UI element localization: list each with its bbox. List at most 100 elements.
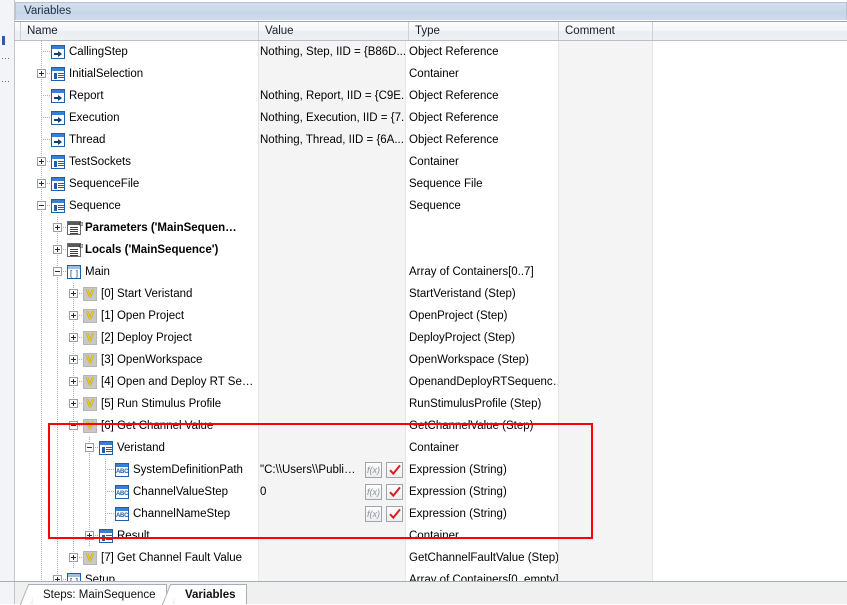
cell-name[interactable]: V [6] Get Channel Value (15, 415, 258, 437)
expand-toggle-icon[interactable] (37, 157, 46, 166)
expand-toggle-icon[interactable] (69, 289, 78, 298)
cell-type[interactable]: DeployProject (Step) (409, 327, 558, 349)
cell-name[interactable]: α Locals ('MainSequence') (15, 239, 258, 261)
cell-value[interactable] (260, 217, 405, 239)
column-header-type[interactable]: Type (409, 22, 559, 40)
cell-type[interactable]: Expression (String) (409, 481, 558, 503)
cell-value[interactable] (260, 63, 405, 85)
tab-variables[interactable]: Variables (161, 584, 247, 605)
expand-toggle-icon[interactable] (69, 311, 78, 320)
cell-name[interactable]: V [1] Open Project (15, 305, 258, 327)
expression-builder-button[interactable]: f(x) (365, 484, 382, 500)
cell-comment[interactable] (560, 129, 652, 151)
cell-type[interactable]: Expression (String) (409, 459, 558, 481)
cell-value[interactable] (260, 195, 405, 217)
table-row[interactable]: V [4] Open and Deploy RT Se… OpenandDeploy… (15, 371, 847, 393)
expand-toggle-icon[interactable] (69, 333, 78, 342)
cell-value[interactable]: Nothing, Step, IID = {B86D... (260, 41, 405, 63)
table-row[interactable]: V [1] Open Project OpenProject (Step) (15, 305, 847, 327)
cell-type[interactable] (409, 217, 558, 239)
table-row[interactable]: CallingStep Nothing, Step, IID = {B86D...… (15, 41, 847, 63)
table-row[interactable]: [] Main Array of Containers[0..7] (15, 261, 847, 283)
cell-name[interactable]: Report (15, 85, 258, 107)
cell-value[interactable]: 0 f(x) (260, 481, 405, 503)
cell-comment[interactable] (560, 547, 652, 569)
cell-comment[interactable] (560, 239, 652, 261)
table-row[interactable]: Thread Nothing, Thread, IID = {6A... Objec… (15, 129, 847, 151)
cell-value[interactable]: Nothing, Execution, IID = {7... (260, 107, 405, 129)
cell-comment[interactable] (560, 217, 652, 239)
cell-name[interactable]: V [2] Deploy Project (15, 327, 258, 349)
cell-comment[interactable] (560, 349, 652, 371)
table-row[interactable]: ABC ChannelValueStep 0 f(x) Expression (Stri… (15, 481, 847, 503)
cell-comment[interactable] (560, 85, 652, 107)
cell-comment[interactable] (560, 371, 652, 393)
cell-comment[interactable] (560, 173, 652, 195)
cell-value[interactable] (260, 151, 405, 173)
expand-toggle-icon[interactable] (69, 553, 78, 562)
cell-name[interactable]: V [7] Get Channel Fault Value (15, 547, 258, 569)
validate-check-button[interactable] (386, 506, 403, 522)
cell-type[interactable]: Object Reference (409, 107, 558, 129)
cell-comment[interactable] (560, 503, 652, 525)
cell-comment[interactable] (560, 151, 652, 173)
cell-type[interactable]: Object Reference (409, 41, 558, 63)
validate-check-button[interactable] (386, 484, 403, 500)
cell-type[interactable]: Sequence File (409, 173, 558, 195)
cell-comment[interactable] (560, 107, 652, 129)
cell-name[interactable]: Result (15, 525, 258, 547)
column-header-value[interactable]: Value (259, 22, 409, 40)
table-row[interactable]: Veristand Container (15, 437, 847, 459)
cell-type[interactable]: OpenandDeployRTSequenc… (409, 371, 558, 393)
cell-comment[interactable] (560, 481, 652, 503)
cell-name[interactable]: SequenceFile (15, 173, 258, 195)
expand-toggle-icon[interactable] (37, 179, 46, 188)
cell-type[interactable]: Object Reference (409, 129, 558, 151)
cell-type[interactable]: Container (409, 151, 558, 173)
expand-toggle-icon[interactable] (85, 531, 94, 540)
table-row[interactable]: α Locals ('MainSequence') (15, 239, 847, 261)
cell-value[interactable] (260, 349, 405, 371)
cell-type[interactable]: Container (409, 525, 558, 547)
cell-name[interactable]: Veristand (15, 437, 258, 459)
collapse-toggle-icon[interactable] (69, 421, 78, 430)
cell-value[interactable] (260, 305, 405, 327)
cell-type[interactable]: Array of Containers[0, empty] (409, 569, 558, 581)
cell-name[interactable]: Sequence (15, 195, 258, 217)
table-row[interactable]: V [0] Start Veristand StartVeristand (Step… (15, 283, 847, 305)
cell-type[interactable]: Expression (String) (409, 503, 558, 525)
cell-type[interactable]: Container (409, 63, 558, 85)
table-row[interactable]: SequenceFile Sequence File (15, 173, 847, 195)
expression-builder-button[interactable]: f(x) (365, 506, 382, 522)
cell-comment[interactable] (560, 459, 652, 481)
cell-type[interactable]: Object Reference (409, 85, 558, 107)
cell-comment[interactable] (560, 393, 652, 415)
cell-name[interactable]: ABC SystemDefinitionPath (15, 459, 258, 481)
cell-comment[interactable] (560, 195, 652, 217)
table-row[interactable]: V [5] Run Stimulus Profile RunStimulusProf… (15, 393, 847, 415)
table-row[interactable]: V [6] Get Channel Value GetChannelValue (S… (15, 415, 847, 437)
cell-comment[interactable] (560, 525, 652, 547)
cell-comment[interactable] (560, 327, 652, 349)
expand-toggle-icon[interactable] (69, 355, 78, 364)
cell-type[interactable]: StartVeristand (Step) (409, 283, 558, 305)
table-row[interactable]: V [2] Deploy Project DeployProject (Step) (15, 327, 847, 349)
cell-name[interactable]: TestSockets (15, 151, 258, 173)
column-header-comment[interactable]: Comment (559, 22, 653, 40)
cell-value[interactable] (260, 525, 405, 547)
cell-value[interactable] (260, 547, 405, 569)
cell-comment[interactable] (560, 63, 652, 85)
cell-name[interactable]: CallingStep (15, 41, 258, 63)
cell-value[interactable]: Nothing, Report, IID = {C9E... (260, 85, 405, 107)
table-row[interactable]: α Parameters ('MainSequen… (15, 217, 847, 239)
cell-name[interactable]: α Parameters ('MainSequen… (15, 217, 258, 239)
cell-value[interactable] (260, 393, 405, 415)
cell-name[interactable]: ABC ChannelValueStep (15, 481, 258, 503)
expand-toggle-icon[interactable] (37, 69, 46, 78)
cell-comment[interactable] (560, 261, 652, 283)
table-row[interactable]: Report Nothing, Report, IID = {C9E... Obje… (15, 85, 847, 107)
cell-value[interactable]: "C:\\Users\\Publi… f(x) (260, 459, 405, 481)
cell-name[interactable]: V [4] Open and Deploy RT Se… (15, 371, 258, 393)
collapse-toggle-icon[interactable] (53, 267, 62, 276)
cell-value[interactable] (260, 327, 405, 349)
